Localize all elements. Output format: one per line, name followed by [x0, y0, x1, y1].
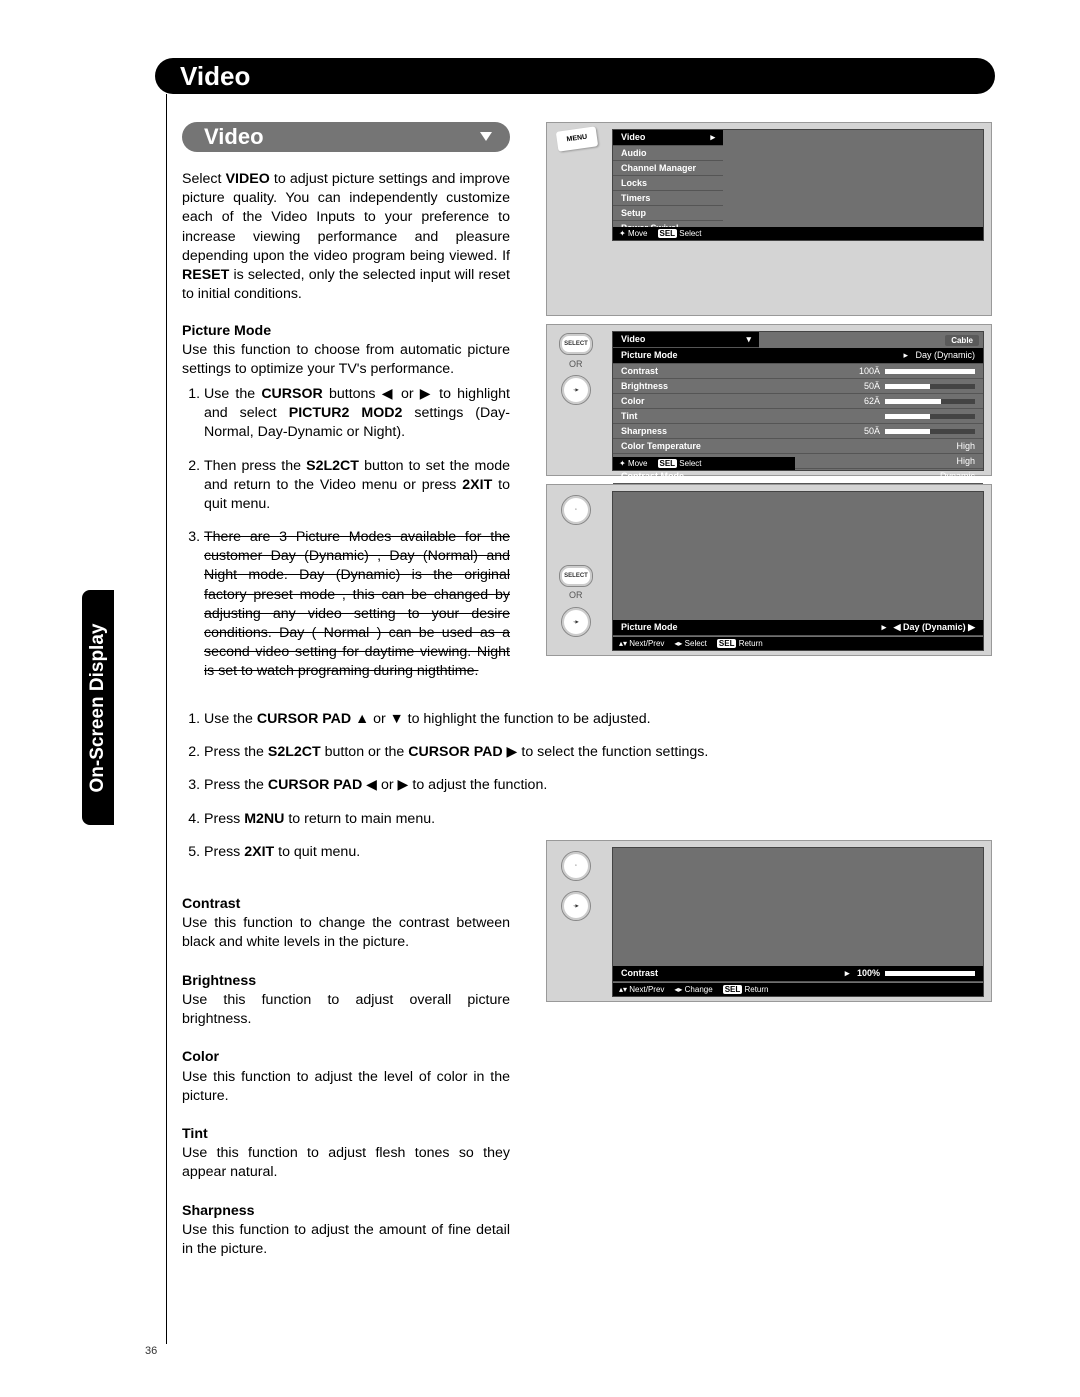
osd-picture-mode-hints: ▴▾ Next/Prev ◂▸ Select SEL Return	[613, 637, 983, 650]
side-tab: On-Screen Display	[82, 590, 114, 825]
page-title: Video	[155, 58, 995, 94]
general-step-2: Press the S2L2CT button or the CURSOR PA…	[204, 743, 982, 762]
page-number: 36	[145, 1345, 157, 1357]
menu-button-icon: MENU	[556, 126, 598, 151]
color-heading: Color	[182, 1049, 219, 1065]
subheader-pill: Video	[182, 122, 510, 152]
osd-menu-item: Timers	[613, 191, 723, 206]
side-tab-label: On-Screen Display	[87, 623, 109, 792]
tint-heading: Tint	[182, 1126, 208, 1142]
general-step-4: Press M2NU to return to main menu.	[204, 810, 982, 829]
picture-mode-heading: Picture Mode	[182, 323, 271, 339]
picture-mode-step-2: Then press the S2L2CT button to set the …	[204, 457, 510, 515]
sharpness-body: Use this function to adjust the amount o…	[182, 1222, 510, 1257]
intro-paragraph: Select VIDEO to adjust picture settings …	[182, 170, 510, 304]
brightness-body: Use this function to adjust overall pict…	[182, 992, 510, 1027]
tint-body: Use this function to adjust flesh tones …	[182, 1145, 510, 1180]
osd-screenshot-menu: MENU Video▸AudioChannel ManagerLocksTime…	[546, 122, 992, 316]
contrast-heading: Contrast	[182, 896, 240, 912]
osd-menu-item: Channel Manager	[613, 161, 723, 176]
brightness-heading: Brightness	[182, 973, 256, 989]
select-button-icon: SELECT	[559, 565, 593, 587]
osd-video-row: Picture Mode▸ Day (Dynamic)	[613, 348, 983, 364]
osd-video-row: Contrast ModeDynamic	[613, 469, 983, 484]
osd-video-row: Sharpness50Ä	[613, 424, 983, 439]
picture-mode-step-1: Use the CURSOR buttons ◀ or ▶ to highlig…	[204, 385, 510, 443]
chevron-down-icon	[480, 132, 492, 141]
picture-mode-steps: Use the CURSOR buttons ◀ or ▶ to highlig…	[182, 385, 510, 695]
osd-menu-panel: Video▸AudioChannel ManagerLocksTimersSet…	[612, 129, 984, 241]
osd-menu-hints: ✦ Move SEL Select	[613, 227, 983, 240]
dpad-icon: ◦	[561, 495, 591, 525]
osd-screenshot-picture-mode: ◦ SELECT OR ◦▸ Picture Mode▸ ◀ Day (Dyna…	[546, 484, 992, 656]
osd-menu-item: Video▸	[613, 130, 723, 146]
subheader-title: Video	[182, 122, 510, 152]
picture-mode-body: Use this function to choose from automat…	[182, 342, 510, 377]
contrast-body: Use this function to change the contrast…	[182, 915, 510, 950]
color-body: Use this function to adjust the level of…	[182, 1069, 510, 1104]
osd-video-title: Video▾	[613, 332, 759, 348]
general-step-1: Use the CURSOR PAD ▲ or ▼ to highlight t…	[204, 710, 982, 729]
cable-badge: Cable	[945, 335, 979, 346]
picture-mode-step-3: There are 3 Picture Modes available for …	[204, 528, 510, 681]
osd-picture-mode-row: Picture Mode▸ ◀ Day (Dynamic) ▶	[613, 620, 983, 636]
osd-video-row: Brightness50Ä	[613, 379, 983, 394]
osd-video-row: Color62Ä	[613, 394, 983, 409]
select-button-icon: SELECT	[559, 333, 593, 355]
osd-menu-list: Video▸AudioChannel ManagerLocksTimersSet…	[613, 130, 723, 236]
header-bar: Video	[155, 58, 995, 94]
osd-video-hints: ✦ Move SEL Select	[613, 457, 795, 470]
osd-menu-item: Setup	[613, 206, 723, 221]
osd-menu-item: Audio	[613, 146, 723, 161]
vertical-rule	[166, 94, 167, 1344]
osd-screenshot-video: SELECT OR ◦▸ Cable Video▾Picture Mode▸ D…	[546, 324, 992, 476]
or-label: OR	[569, 359, 583, 369]
dpad-icon: ◦	[561, 851, 591, 881]
general-step-3: Press the CURSOR PAD ◀ or ▶ to adjust th…	[204, 776, 982, 795]
sharpness-heading: Sharpness	[182, 1203, 255, 1219]
osd-screenshot-contrast: ◦ ◦▸ Contrast ▸ 100% ▴▾ Next/Prev ◂▸ Cha…	[546, 840, 992, 1002]
osd-menu-item: Locks	[613, 176, 723, 191]
osd-picture-mode-panel: Picture Mode▸ ◀ Day (Dynamic) ▶ ▴▾ Next/…	[612, 491, 984, 651]
osd-video-row: Color TemperatureHigh	[613, 439, 983, 454]
sections-block: Contrast Use this function to change the…	[182, 895, 510, 1259]
dpad-icon: ◦▸	[561, 891, 591, 921]
dpad-icon: ◦▸	[561, 607, 591, 637]
or-label: OR	[569, 590, 583, 600]
osd-video-panel: Cable Video▾Picture Mode▸ Day (Dynamic)C…	[612, 331, 984, 471]
osd-contrast-hints: ▴▾ Next/Prev ◂▸ Change SEL Return	[613, 983, 983, 996]
osd-video-row: Tint	[613, 409, 983, 424]
dpad-icon: ◦▸	[561, 375, 591, 405]
osd-video-row: Contrast100Ä	[613, 364, 983, 379]
osd-contrast-row: Contrast ▸ 100%	[613, 966, 983, 982]
picture-mode-section: Picture Mode Use this function to choose…	[182, 322, 510, 380]
osd-contrast-panel: Contrast ▸ 100% ▴▾ Next/Prev ◂▸ Change S…	[612, 847, 984, 997]
